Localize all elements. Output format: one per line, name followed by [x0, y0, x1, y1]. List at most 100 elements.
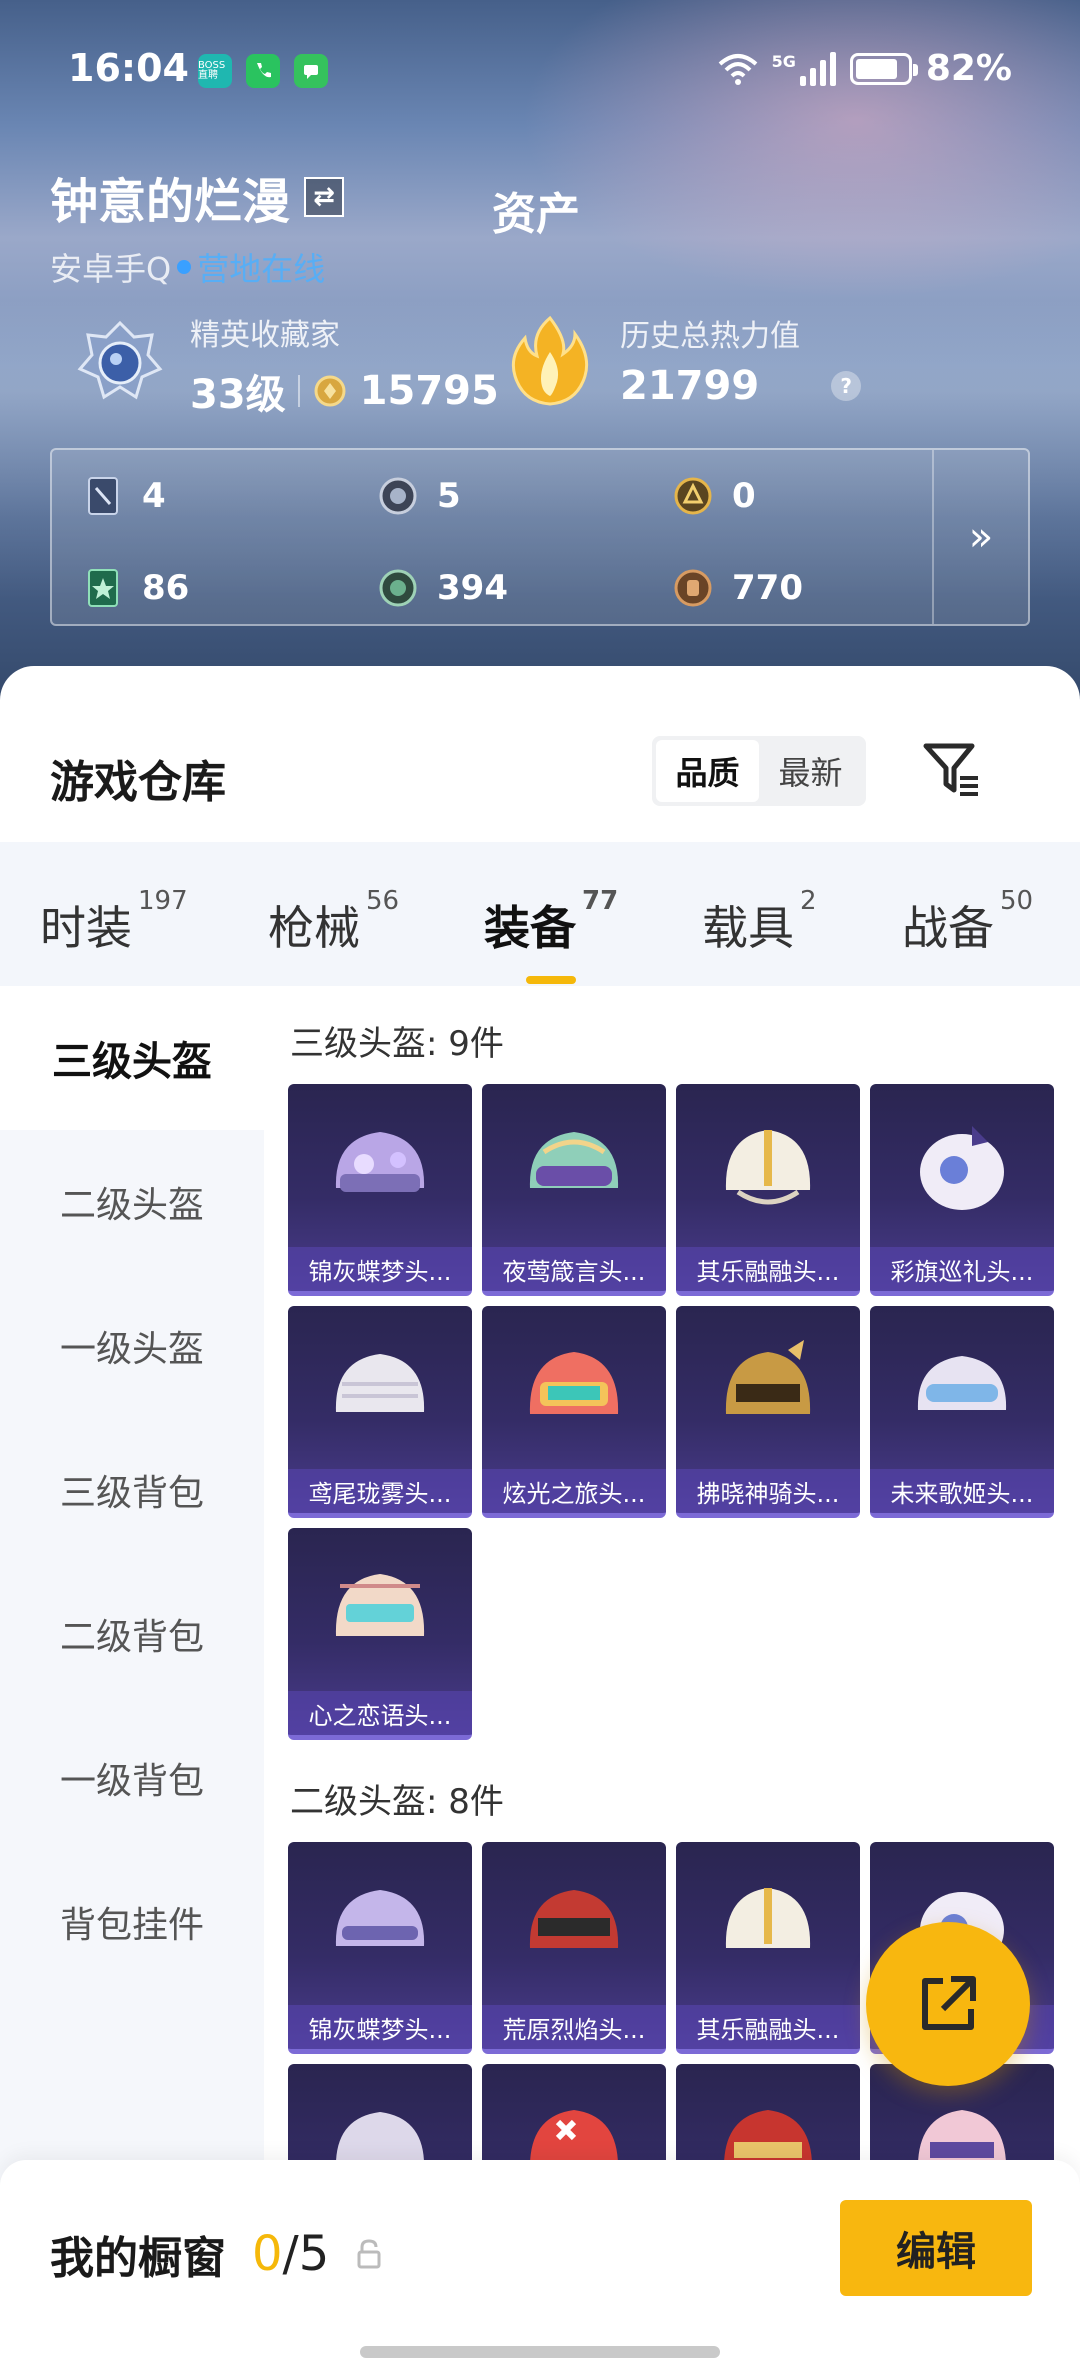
filter-icon[interactable]: [920, 738, 984, 802]
warehouse-title: 游戏仓库: [50, 757, 226, 808]
tab-vehicles[interactable]: 载具 2: [702, 886, 817, 958]
warehouse-panel: 游戏仓库 品质 最新 时装197 枪械56 装备77 载具2 战备50: [0, 666, 1080, 2378]
sidebar-item-level3-helmet[interactable]: 三级头盔: [0, 986, 264, 1130]
rank-points: 15795: [359, 368, 499, 414]
online-dot-icon: [177, 260, 192, 274]
item-card[interactable]: 彩旗巡礼头...: [870, 1084, 1054, 1296]
sidebar-item-level1-backpack[interactable]: 一级背包: [0, 1706, 264, 1850]
currency-item: 770: [672, 564, 952, 612]
status-bar: 16:04 BOSS直聘 5G 82%: [0, 40, 1080, 100]
item-card[interactable]: 其乐融融头...: [676, 1084, 860, 1296]
edit-showcase-button[interactable]: 编辑: [840, 2200, 1032, 2296]
helmet-icon: [529, 1890, 619, 1948]
item-card[interactable]: 夜莺箴言头...: [482, 1084, 666, 1296]
green-coin-icon: [377, 567, 419, 609]
item-card[interactable]: 其乐融融头...: [676, 1842, 860, 2054]
flame-icon: [500, 310, 600, 410]
item-card[interactable]: 荒原烈焰头...: [482, 1842, 666, 2054]
sidebar-item-level3-backpack[interactable]: 三级背包: [0, 1418, 264, 1562]
sort-quality-button[interactable]: 品质: [656, 740, 759, 802]
boss-icon: BOSS直聘: [198, 54, 232, 88]
showcase-count: 0/5: [252, 2226, 330, 2282]
bronze-coin-icon: [672, 567, 714, 609]
divider: [297, 375, 300, 407]
notification-icons: BOSS直聘: [198, 54, 328, 88]
helmet-icon: [920, 1126, 1004, 1210]
rank-title: 精英收藏家: [190, 318, 340, 353]
sidebar-item-level2-backpack[interactable]: 二级背包: [0, 1562, 264, 1706]
more-currencies-button[interactable]: »: [932, 450, 1028, 624]
heat-value: 21799: [620, 363, 760, 409]
username: 钟意的烂漫: [50, 174, 291, 230]
helmet-icon: [335, 1574, 425, 1636]
sub-category-sidebar: 三级头盔 二级头盔 一级头盔 三级背包 二级背包 一级背包 背包挂件: [0, 986, 264, 2286]
currency-item: 5: [377, 472, 672, 520]
network-type: 5G: [771, 52, 796, 71]
sidebar-item-level1-helmet[interactable]: 一级头盔: [0, 1274, 264, 1418]
sidebar-item-level2-helmet[interactable]: 二级头盔: [0, 1130, 264, 1274]
helmet-icon: [335, 1132, 425, 1192]
helmet-icon: [529, 1352, 619, 1414]
item-card[interactable]: 拂晓神骑头...: [676, 1306, 860, 1518]
heat-stat[interactable]: 历史总热力值 21799 ?: [500, 310, 862, 410]
green-card-icon: [82, 567, 124, 609]
helmet-icon: [335, 1354, 425, 1412]
item-card[interactable]: 鸢尾珑雾头...: [288, 1306, 472, 1518]
tab-combat-gear[interactable]: 战备 50: [902, 886, 1033, 958]
battery-level: 82%: [925, 48, 1012, 89]
showcase-label: 我的橱窗: [50, 2233, 226, 2284]
item-card[interactable]: 心之恋语头...: [288, 1528, 472, 1740]
tab-fashion[interactable]: 时装 197: [40, 886, 188, 958]
currency-item: 394: [377, 564, 672, 612]
item-card[interactable]: 锦灰蝶梦头...: [288, 1084, 472, 1296]
card-icon: [82, 475, 124, 517]
currency-panel: 4 5 0 86 394 770 »: [50, 448, 1030, 626]
helmet-icon: [725, 1340, 811, 1414]
sort-latest-button[interactable]: 最新: [759, 740, 862, 802]
active-tab-indicator: [526, 976, 576, 984]
helmet-icon: [917, 1356, 1007, 1410]
item-card[interactable]: 炫光之旅头...: [482, 1306, 666, 1518]
app-root: 16:04 BOSS直聘 5G 82% 钟意的烂漫 ⇄ 安卓手Q 营地在线 资产…: [0, 0, 1080, 2378]
helmet-icon: [529, 1132, 619, 1188]
swap-icon[interactable]: ⇄: [304, 177, 345, 217]
home-indicator: [360, 2346, 720, 2358]
sort-toggle: 品质 最新: [652, 736, 866, 806]
wifi-icon: [718, 53, 757, 85]
gold-emblem-icon: [672, 475, 714, 517]
signal-icon: [799, 51, 836, 86]
external-link-icon: [922, 1976, 976, 2030]
item-card[interactable]: 锦灰蝶梦头...: [288, 1842, 472, 2054]
category-tabs: 时装 197 枪械 56 装备 77 载具 2 战备 50: [0, 842, 1080, 986]
currency-item: 4: [82, 472, 377, 520]
platform-label: 安卓手Q: [50, 250, 172, 288]
section-title: 三级头盔: 9件: [290, 1024, 504, 1064]
item-grid-area: 三级头盔: 9件 锦灰蝶梦头... 夜莺箴言头... 其乐融融头... 彩旗巡礼…: [264, 986, 1080, 2286]
helmet-icon: [725, 1888, 811, 1948]
currency-item: 0: [672, 472, 952, 520]
heat-label: 历史总热力值: [620, 319, 800, 354]
silver-coin-icon: [377, 475, 419, 517]
item-grid: 锦灰蝶梦头... 夜莺箴言头... 其乐融融头... 彩旗巡礼头... 鸢尾珑雾…: [288, 1084, 1080, 1740]
section-title: 二级头盔: 8件: [290, 1782, 504, 1822]
help-icon[interactable]: ?: [831, 371, 862, 401]
rank-level: 33级: [190, 372, 286, 418]
profile-header: 16:04 BOSS直聘 5G 82% 钟意的烂漫 ⇄ 安卓手Q 营地在线 资产…: [0, 0, 1080, 700]
helmet-icon: [335, 1890, 425, 1946]
battery-icon: [849, 52, 918, 85]
status-right: 5G 82%: [718, 48, 1012, 89]
phone-icon: [246, 54, 280, 88]
sidebar-item-backpack-charm[interactable]: 背包挂件: [0, 1850, 264, 1994]
user-info: 钟意的烂漫 ⇄ 安卓手Q 营地在线: [50, 162, 345, 290]
item-card[interactable]: 未来歌姬头...: [870, 1306, 1054, 1518]
status-time: 16:04: [68, 46, 189, 90]
online-status: 营地在线: [197, 250, 326, 288]
tab-equipment[interactable]: 装备 77: [484, 886, 618, 984]
rank-badge-icon: [70, 315, 170, 415]
share-button[interactable]: [866, 1922, 1030, 2086]
showcase-bar: 我的橱窗 0/5 编辑: [0, 2160, 1080, 2378]
helmet-icon: [725, 1130, 811, 1205]
rank-stat[interactable]: 精英收藏家 33级 15795: [70, 310, 499, 420]
laurel-coin-icon: [314, 375, 346, 407]
tab-weapons[interactable]: 枪械 56: [268, 886, 399, 958]
